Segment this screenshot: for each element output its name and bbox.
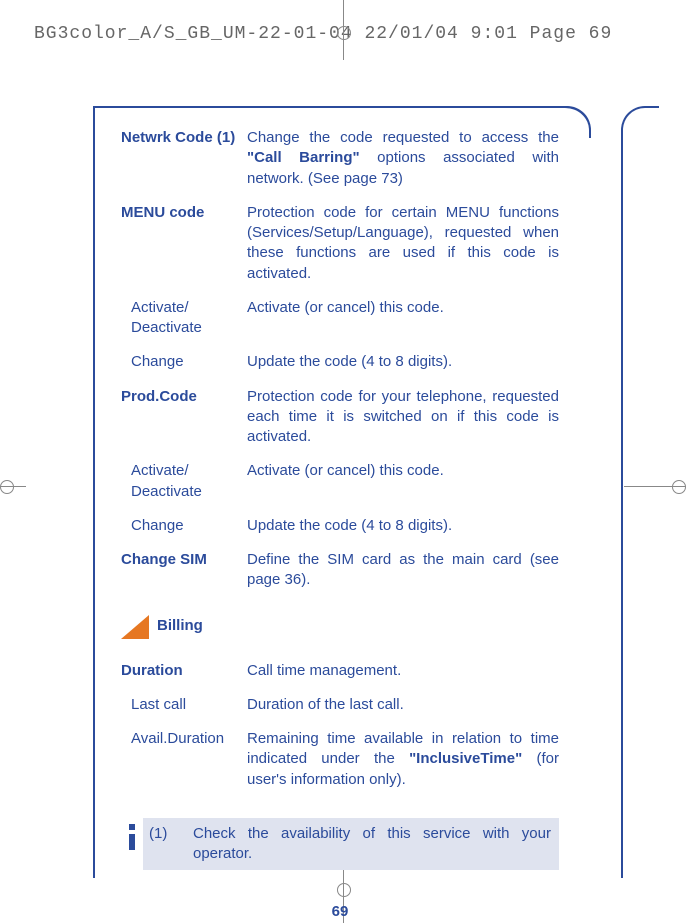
item-desc: Update the code (4 to 8 digits). [247,516,559,536]
item-row: Change SIMDefine the SIM card as the mai… [121,550,559,591]
page-frame: Netwrk Code (1)Change the code requested… [93,106,589,878]
item-row: Activate/ DeactivateActivate (or cancel)… [121,298,559,339]
item-desc: Activate (or cancel) this code. [247,461,559,502]
info-icon [127,822,137,852]
item-desc: Protection code for certain MENU functio… [247,203,559,284]
item-row: ChangeUpdate the code (4 to 8 digits). [121,516,559,536]
item-label: Prod.Code [121,387,247,448]
emphasis: "Call Barring" [247,149,360,166]
item-row: Activate/ DeactivateActivate (or cancel)… [121,461,559,502]
item-row: MENU codeProtection code for certain MEN… [121,203,559,284]
item-label: Change [121,516,247,536]
billing-item-row: DurationCall time management. [121,661,559,681]
section-billing: Billing [121,615,559,639]
billing-item-label: Avail.Duration [121,729,247,790]
item-row: Netwrk Code (1)Change the code requested… [121,128,559,189]
billing-item-desc: Call time management. [247,661,559,681]
item-label: Netwrk Code (1) [121,128,247,189]
item-label: Change SIM [121,550,247,591]
billing-item-label: Duration [121,661,247,681]
footnote-box: (1) Check the availability of this servi… [121,818,559,871]
header-slug: BG3color_A/S_GB_UM-22-01-04 22/01/04 9:0… [34,24,612,44]
section-title: Billing [157,616,203,636]
item-desc: Protection code for your telephone, requ… [247,387,559,448]
item-label: MENU code [121,203,247,284]
page-number: 69 [121,902,559,922]
item-desc: Change the code requested to access the … [247,128,559,189]
item-row: Prod.CodeProtection code for your teleph… [121,387,559,448]
next-page-stub [621,106,659,878]
billing-item-desc: Remaining time available in relation to … [247,729,559,790]
billing-item-desc: Duration of the last call. [247,695,559,715]
crop-mark-left [0,486,26,487]
page-content: Netwrk Code (1)Change the code requested… [95,108,589,923]
footnote-number: (1) [149,824,167,844]
item-desc: Activate (or cancel) this code. [247,298,559,339]
item-label: Activate/ Deactivate [121,461,247,502]
item-label: Change [121,352,247,372]
billing-item-label: Last call [121,695,247,715]
item-row: ChangeUpdate the code (4 to 8 digits). [121,352,559,372]
emphasis: "InclusiveTime" [409,750,522,767]
footnote-text: Check the availability of this service w… [185,824,551,865]
billing-item-row: Last callDuration of the last call. [121,695,559,715]
crop-mark-top [343,0,344,60]
item-label: Activate/ Deactivate [121,298,247,339]
item-desc: Update the code (4 to 8 digits). [247,352,559,372]
item-desc: Define the SIM card as the main card (se… [247,550,559,591]
billing-item-row: Avail.DurationRemaining time available i… [121,729,559,790]
triangle-icon [121,615,149,639]
